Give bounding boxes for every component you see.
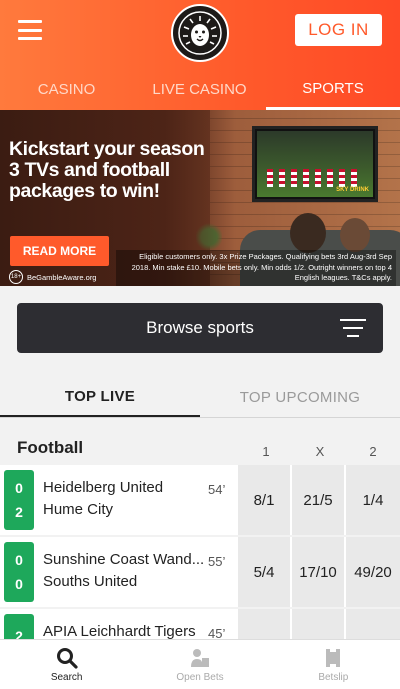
match-row[interactable]: 0 2 Heidelberg United Hume City 54’ 8/1 … [0, 465, 400, 535]
section-title: Football [17, 438, 84, 457]
odds-home-button[interactable]: 8/1 [238, 465, 290, 535]
banner-headline: Kickstart your season 3 TVs and football… [9, 139, 234, 202]
tab-top-live[interactable]: TOP LIVE [0, 377, 200, 417]
betslip-icon [326, 648, 341, 667]
banner-terms: Eligible customers only. 3x Prize Packag… [116, 250, 396, 286]
odds-draw-button[interactable]: 21/5 [292, 465, 344, 535]
open-bets-icon [190, 648, 209, 667]
column-header-x: X [315, 444, 325, 459]
home-team: APIA Leichhardt Tigers [43, 623, 196, 640]
bottom-nav-betslip[interactable]: Betslip [267, 640, 400, 689]
lion-icon [178, 11, 222, 55]
search-icon [56, 647, 78, 669]
read-more-button[interactable]: READ MORE [10, 236, 109, 266]
bottom-nav-open-bets[interactable]: Open Bets [133, 640, 266, 689]
home-team: Sunshine Coast Wand... [43, 551, 205, 568]
score-badge: 0 2 [4, 470, 34, 530]
away-score: 2 [15, 504, 23, 520]
menu-icon[interactable] [18, 20, 42, 40]
bottom-nav-label: Betslip [318, 671, 349, 683]
odds-draw-button[interactable]: 17/10 [292, 537, 344, 607]
promo-banner[interactable]: SKY DRINK Kickstart your season 3 TVs an… [0, 110, 400, 286]
filter-icon [340, 319, 366, 337]
away-team: Hume City [43, 501, 114, 518]
age-18-icon: 18+ [9, 270, 23, 284]
odds-away-button[interactable]: 1/4 [346, 465, 400, 535]
bottom-nav-label: Search [50, 671, 83, 683]
bottom-nav-search[interactable]: Search [0, 640, 133, 689]
header: LOG IN CASINO LIVE CASINO SPORTS [0, 0, 400, 110]
home-team: Heidelberg United [43, 479, 164, 496]
headline-line-3: packages to win! [9, 180, 160, 202]
column-header-1: 1 [262, 444, 270, 459]
home-score: 0 [15, 552, 23, 568]
tab-top-upcoming[interactable]: TOP UPCOMING [200, 377, 400, 417]
score-badge: 0 0 [4, 542, 34, 602]
tab-live-casino[interactable]: LIVE CASINO [133, 70, 266, 108]
bottom-nav-label: Open Bets [176, 671, 224, 683]
home-score: 0 [15, 480, 23, 496]
headline-line-2: 3 TVs and football [9, 159, 170, 181]
away-score: 0 [15, 576, 23, 592]
login-button[interactable]: LOG IN [295, 14, 382, 46]
bottom-nav: Search Open Bets Betslip [0, 639, 400, 689]
tv-image: SKY DRINK [252, 126, 378, 202]
browse-sports-button[interactable]: Browse sports [17, 303, 383, 353]
match-row[interactable]: 0 0 Sunshine Coast Wand... Souths United… [0, 537, 400, 607]
gamble-aware[interactable]: 18+ BeGambleAware.org [9, 270, 96, 284]
browse-sports-label: Browse sports [146, 318, 254, 337]
odds-home-button[interactable]: 5/4 [238, 537, 290, 607]
match-minute: 55’ [208, 554, 226, 569]
viewer-image [290, 213, 326, 253]
tab-casino[interactable]: CASINO [0, 70, 133, 108]
lion-logo[interactable] [171, 4, 229, 62]
match-minute: 54’ [208, 482, 226, 497]
away-team: Souths United [43, 573, 138, 590]
live-tabs: TOP LIVE TOP UPCOMING [0, 377, 400, 418]
tab-sports[interactable]: SPORTS [266, 70, 400, 110]
column-header-2: 2 [369, 444, 377, 459]
tv-brand-text: SKY DRINK [336, 187, 369, 193]
headline-line-1: Kickstart your season [9, 138, 205, 160]
odds-away-button[interactable]: 49/20 [346, 537, 400, 607]
app-root: LOG IN CASINO LIVE CASINO SPORTS SKY DRI… [0, 0, 400, 689]
top-nav: CASINO LIVE CASINO SPORTS [0, 70, 400, 110]
gamble-aware-link[interactable]: BeGambleAware.org [27, 273, 96, 282]
viewer-image [340, 218, 370, 252]
